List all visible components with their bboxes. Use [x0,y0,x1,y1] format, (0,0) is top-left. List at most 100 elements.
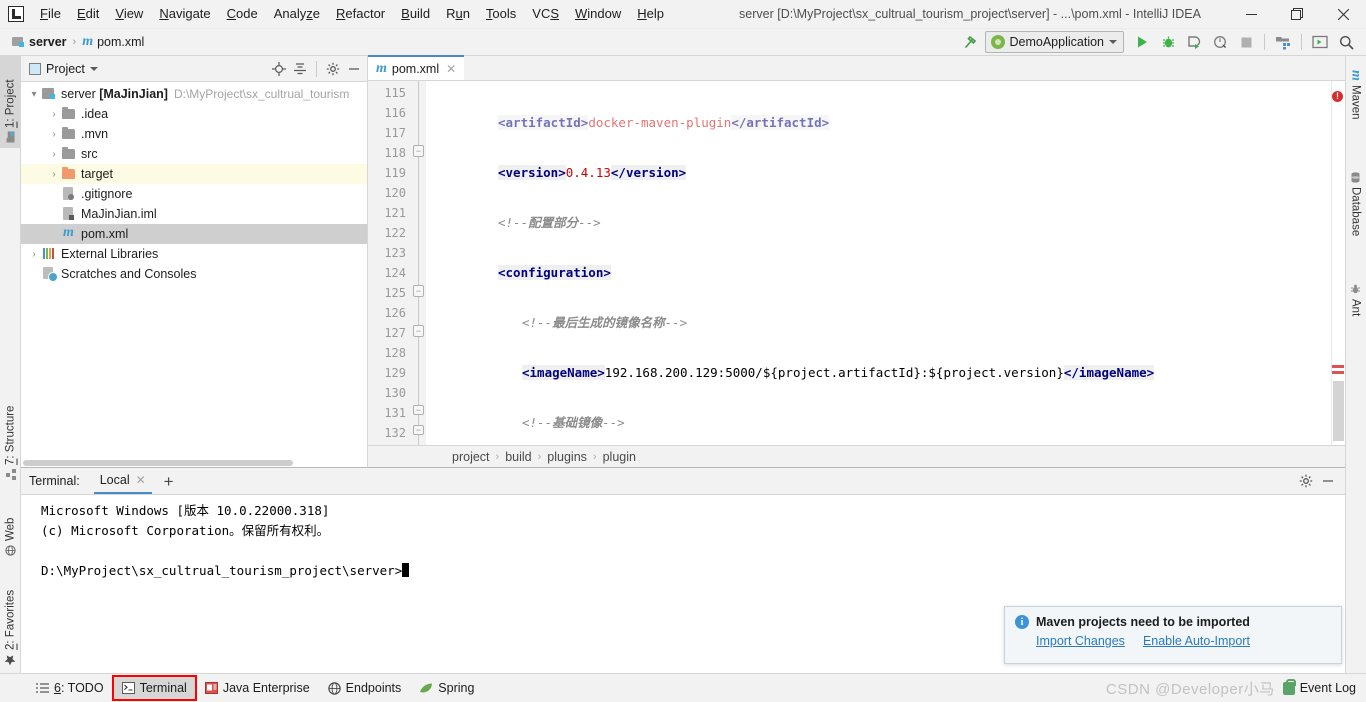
line-number: 123 [368,243,412,263]
line-number: 122 [368,223,412,243]
locate-target-icon[interactable] [270,60,288,78]
notification-title-row: i Maven projects need to be imported [1005,607,1341,629]
project-tree[interactable]: ▾ server [MaJinJian] D:\MyProject\sx_cul… [21,82,367,458]
close-icon[interactable]: ✕ [446,62,456,76]
nav-crumb-pomxml[interactable]: m pom.xml [78,33,148,51]
status-item-todo[interactable]: 6: TODO [28,677,112,699]
hide-minimize-icon[interactable] [345,60,363,78]
todo-list-icon [36,683,49,694]
editor-vertical-scrollbar[interactable] [1333,381,1344,441]
run-with-coverage-icon[interactable] [1182,31,1206,53]
run-icon[interactable] [1130,31,1154,53]
minimize-button[interactable] [1228,0,1274,29]
debug-icon[interactable] [1156,31,1180,53]
chevron-right-icon[interactable]: › [47,129,61,140]
status-item-terminal[interactable]: Terminal [114,677,195,699]
menu-help[interactable]: Help [629,2,672,26]
tree-row-scratches[interactable]: Scratches and Consoles [21,264,367,284]
chevron-down-icon[interactable]: ▾ [27,89,41,100]
sidebar-item-favorites[interactable]: 2: Favorites [0,572,21,672]
menu-file[interactable]: File [32,2,69,26]
menu-code[interactable]: Code [219,2,266,26]
line-number: 124 [368,263,412,283]
update-icon[interactable] [1308,31,1332,53]
breadcrumb-project[interactable]: project [452,450,490,464]
menu-analyze[interactable]: Analyze [266,2,328,26]
chevron-right-icon[interactable]: › [47,109,61,120]
breadcrumb-plugin[interactable]: plugin [603,450,636,464]
tree-row-mvn[interactable]: › .mvn [21,124,367,144]
menu-edit[interactable]: Edit [69,2,107,26]
build-hammer-icon[interactable] [959,31,983,53]
status-item-endpoints[interactable]: Endpoints [320,677,410,699]
run-configuration-selector[interactable]: DemoApplication [985,31,1125,53]
project-panel-title[interactable]: Project [29,62,98,76]
fold-marker-132[interactable]: − [413,425,424,435]
close-button[interactable] [1320,0,1366,29]
menu-tools[interactable]: Tools [478,2,524,26]
tree-row-src[interactable]: › src [21,144,367,164]
chevron-right-icon[interactable]: › [47,169,61,180]
status-bar: 6: TODO Terminal Java Enterprise Endpoin… [0,673,1366,702]
fold-marker-118[interactable]: − [413,145,424,157]
terminal-tab-local[interactable]: Local ✕ [94,468,152,494]
breadcrumb-plugins[interactable]: plugins [547,450,587,464]
lock-icon [1283,682,1295,695]
editor-tab-bar: m pom.xml ✕ [368,56,1345,81]
menu-window[interactable]: Window [567,2,629,26]
error-marker[interactable] [1332,371,1344,374]
fold-marker-131[interactable]: − [413,405,424,415]
menu-vcs[interactable]: VCS [524,2,567,26]
tree-row-external-libraries[interactable]: › External Libraries [21,244,367,264]
sidebar-item-web[interactable]: Web [0,496,21,562]
code-editor[interactable]: 115 116 117 118 119 120 121 122 123 124 … [368,81,1345,445]
chevron-right-icon[interactable]: › [47,149,61,160]
window-title: server [D:\MyProject\sx_cultrual_tourism… [672,7,1228,21]
tree-row-target[interactable]: › target [21,164,367,184]
error-marker[interactable] [1332,365,1344,368]
search-icon[interactable] [1334,31,1358,53]
stop-icon[interactable] [1234,31,1258,53]
code-folding-gutter[interactable]: − − − − − [412,81,426,445]
code-text[interactable]: <artifactId>docker-maven-plugin</artifac… [426,81,1345,445]
chevron-right-icon[interactable]: › [27,249,41,260]
editor-tab-pomxml[interactable]: m pom.xml ✕ [368,55,464,80]
add-terminal-tab-button[interactable]: + [164,473,174,490]
maximize-restore-button[interactable] [1274,0,1320,29]
editor-error-stripe[interactable]: ! [1331,81,1345,445]
status-item-spring[interactable]: Spring [411,677,482,699]
status-item-event-log[interactable]: Event Log [1283,681,1366,695]
tree-row-idea[interactable]: › .idea [21,104,367,124]
enable-auto-import-link[interactable]: Enable Auto-Import [1143,634,1250,648]
settings-gear-icon[interactable] [324,60,342,78]
status-item-java-enterprise[interactable]: Java Enterprise [197,677,318,699]
menu-view[interactable]: View [107,2,151,26]
menu-navigate[interactable]: Navigate [151,2,218,26]
fold-marker-125[interactable]: − [413,285,424,297]
tree-row-gitignore[interactable]: .gitignore [21,184,367,204]
error-badge[interactable]: ! [1332,91,1343,102]
close-icon[interactable]: ✕ [136,473,146,487]
menu-build[interactable]: Build [393,2,438,26]
project-structure-icon[interactable] [1271,31,1295,53]
collapse-all-icon[interactable] [291,60,309,78]
menu-run[interactable]: Run [438,2,478,26]
breadcrumb-build[interactable]: build [505,450,531,464]
sidebar-item-structure-label: 7: Structure [5,406,17,465]
sidebar-item-ant[interactable]: Ant [1345,278,1366,332]
sidebar-item-structure[interactable]: 7: Structure [0,386,21,486]
tree-row-pomxml[interactable]: m pom.xml [21,224,367,244]
project-tree-horizontal-scrollbar[interactable] [21,458,367,467]
tree-row-server[interactable]: ▾ server [MaJinJian] D:\MyProject\sx_cul… [21,84,367,104]
settings-gear-icon[interactable] [1297,472,1315,490]
sidebar-item-maven[interactable]: m Maven [1345,64,1366,138]
hide-minimize-icon[interactable] [1319,472,1337,490]
sidebar-item-database[interactable]: Database [1345,166,1366,258]
fold-marker-127[interactable]: − [413,325,424,337]
tree-row-iml[interactable]: MaJinJian.iml [21,204,367,224]
import-changes-link[interactable]: Import Changes [1036,634,1125,648]
menu-refactor[interactable]: Refactor [328,2,393,26]
profile-icon[interactable] [1208,31,1232,53]
nav-crumb-server[interactable]: server [8,33,71,51]
sidebar-item-project[interactable]: 1: Project [0,56,21,148]
